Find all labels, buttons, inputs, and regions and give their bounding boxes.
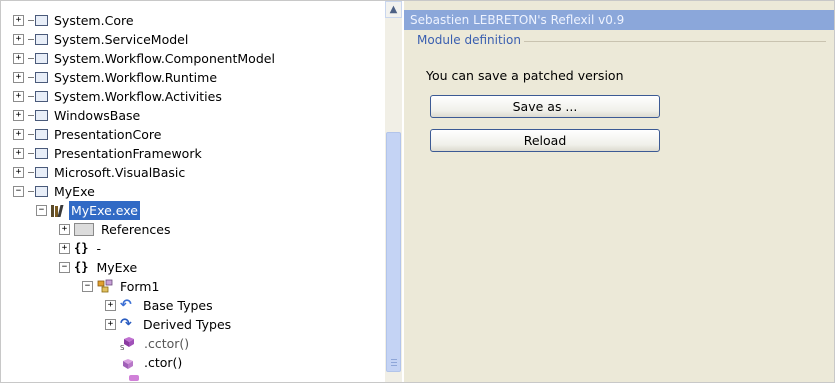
assembly-icon — [35, 91, 48, 102]
expand-icon[interactable]: + — [13, 15, 24, 26]
method-icon — [120, 356, 136, 370]
tree-item-form1[interactable]: − Form1 — [82, 277, 161, 296]
tree-item-label: System.ServiceModel — [54, 32, 189, 47]
expand-icon[interactable]: + — [13, 72, 24, 83]
tree-item-references[interactable]: + References — [59, 220, 172, 239]
assembly-icon — [35, 53, 48, 64]
assembly-icon — [35, 129, 48, 140]
expand-icon[interactable]: + — [13, 34, 24, 45]
tree-item-system-workflow-componentmodel[interactable]: + System.Workflow.ComponentModel — [13, 49, 277, 68]
expand-icon[interactable]: + — [13, 167, 24, 178]
references-folder-icon — [74, 223, 94, 236]
save-message: You can save a patched version — [426, 68, 624, 83]
expand-icon[interactable]: + — [13, 110, 24, 121]
tree-item-label: WindowsBase — [54, 108, 141, 123]
base-types-arrow-icon: ↶ — [120, 297, 132, 313]
scroll-up-button[interactable]: ▲ — [385, 1, 402, 18]
tree-item-label: Base Types — [143, 298, 213, 313]
tree-item-label: System.Workflow.ComponentModel — [54, 51, 275, 66]
assembly-icon — [35, 167, 48, 178]
tree-item-label: PresentationFramework — [54, 146, 202, 161]
tree-item-label: - — [96, 241, 101, 256]
collapse-icon[interactable]: − — [59, 262, 70, 273]
expand-icon[interactable]: + — [13, 91, 24, 102]
assembly-icon — [35, 148, 48, 159]
window-frame: + System.Core + System.ServiceModel + Sy… — [0, 0, 835, 383]
collapse-icon[interactable]: − — [82, 281, 93, 292]
assembly-icon — [35, 110, 48, 121]
tree-item-label-selected: MyExe.exe — [69, 201, 140, 220]
tree-item-system-workflow-activities[interactable]: + System.Workflow.Activities — [13, 87, 224, 106]
tree-item-label: Form1 — [120, 279, 160, 294]
assembly-icon — [35, 72, 48, 83]
static-method-icon: S — [120, 336, 136, 352]
tree-item-namespace-empty[interactable]: + {} - — [59, 239, 103, 258]
tree-item-label: System.Core — [54, 13, 134, 28]
collapse-icon[interactable]: − — [13, 186, 24, 197]
expand-icon[interactable]: + — [13, 148, 24, 159]
group-label: Module definition — [414, 33, 524, 47]
expand-icon[interactable]: + — [59, 243, 70, 254]
tree-item-label: System.Workflow.Activities — [54, 89, 222, 104]
collapse-icon[interactable]: − — [36, 205, 47, 216]
assembly-icon — [35, 186, 48, 197]
partial-method-icon — [129, 375, 139, 381]
module-books-icon — [51, 204, 65, 217]
tree-item-label: Derived Types — [143, 317, 232, 332]
tree-item-ctor[interactable]: .ctor() — [120, 353, 184, 372]
expand-icon[interactable]: + — [13, 129, 24, 140]
tree-scrollbar[interactable]: ▲ — [385, 1, 402, 382]
tree-item-label: .ctor() — [144, 355, 183, 370]
expand-icon[interactable]: + — [59, 224, 70, 235]
tree-item-presentationframework[interactable]: + PresentationFramework — [13, 144, 204, 163]
tree-item-label: MyExe — [96, 260, 138, 275]
tree-item-label: Microsoft.VisualBasic — [54, 165, 186, 180]
namespace-icon: {} — [74, 241, 89, 255]
tree-item-derived-types[interactable]: + ↷ Derived Types — [105, 315, 233, 334]
tree-item-windowsbase[interactable]: + WindowsBase — [13, 106, 142, 125]
expand-icon[interactable]: + — [13, 53, 24, 64]
tree-item-system-core[interactable]: + System.Core — [13, 11, 136, 30]
tree-item-module-myexe-exe[interactable]: − MyExe.exe — [36, 201, 140, 220]
tree-item-label: References — [101, 222, 171, 237]
expand-icon[interactable]: + — [105, 300, 116, 311]
tree-item-base-types[interactable]: + ↶ Base Types — [105, 296, 215, 315]
tree-item-system-workflow-runtime[interactable]: + System.Workflow.Runtime — [13, 68, 219, 87]
tree-item-presentationcore[interactable]: + PresentationCore — [13, 125, 163, 144]
derived-types-arrow-icon: ↷ — [120, 316, 132, 332]
tree-item-label: System.Workflow.Runtime — [54, 70, 218, 85]
assembly-tree: + System.Core + System.ServiceModel + Sy… — [1, 1, 385, 382]
assembly-icon — [35, 15, 48, 26]
tree-item-label: MyExe — [54, 184, 95, 199]
tree-item-system-servicemodel[interactable]: + System.ServiceModel — [13, 30, 190, 49]
save-as-button[interactable]: Save as ... — [430, 95, 660, 118]
assembly-icon — [35, 34, 48, 45]
reflexil-panel: Sebastien LEBRETON's Reflexil v0.9 Modul… — [404, 1, 834, 382]
reload-button[interactable]: Reload — [430, 129, 660, 152]
scrollbar-thumb[interactable] — [386, 132, 401, 372]
tree-item-myexe[interactable]: − MyExe — [13, 182, 97, 201]
tree-item-namespace-myexe[interactable]: − {} MyExe — [59, 258, 139, 277]
namespace-icon: {} — [74, 260, 89, 274]
tree-item-label: PresentationCore — [54, 127, 162, 142]
svg-text:S: S — [120, 344, 125, 351]
tree-item-microsoft-visualbasic[interactable]: + Microsoft.VisualBasic — [13, 163, 187, 182]
expand-icon[interactable]: + — [105, 319, 116, 330]
panel-title: Sebastien LEBRETON's Reflexil v0.9 — [404, 10, 834, 30]
class-icon — [97, 279, 115, 294]
tree-item-cctor[interactable]: S .cctor() — [120, 334, 191, 353]
tree-item-label: .cctor() — [144, 336, 190, 351]
